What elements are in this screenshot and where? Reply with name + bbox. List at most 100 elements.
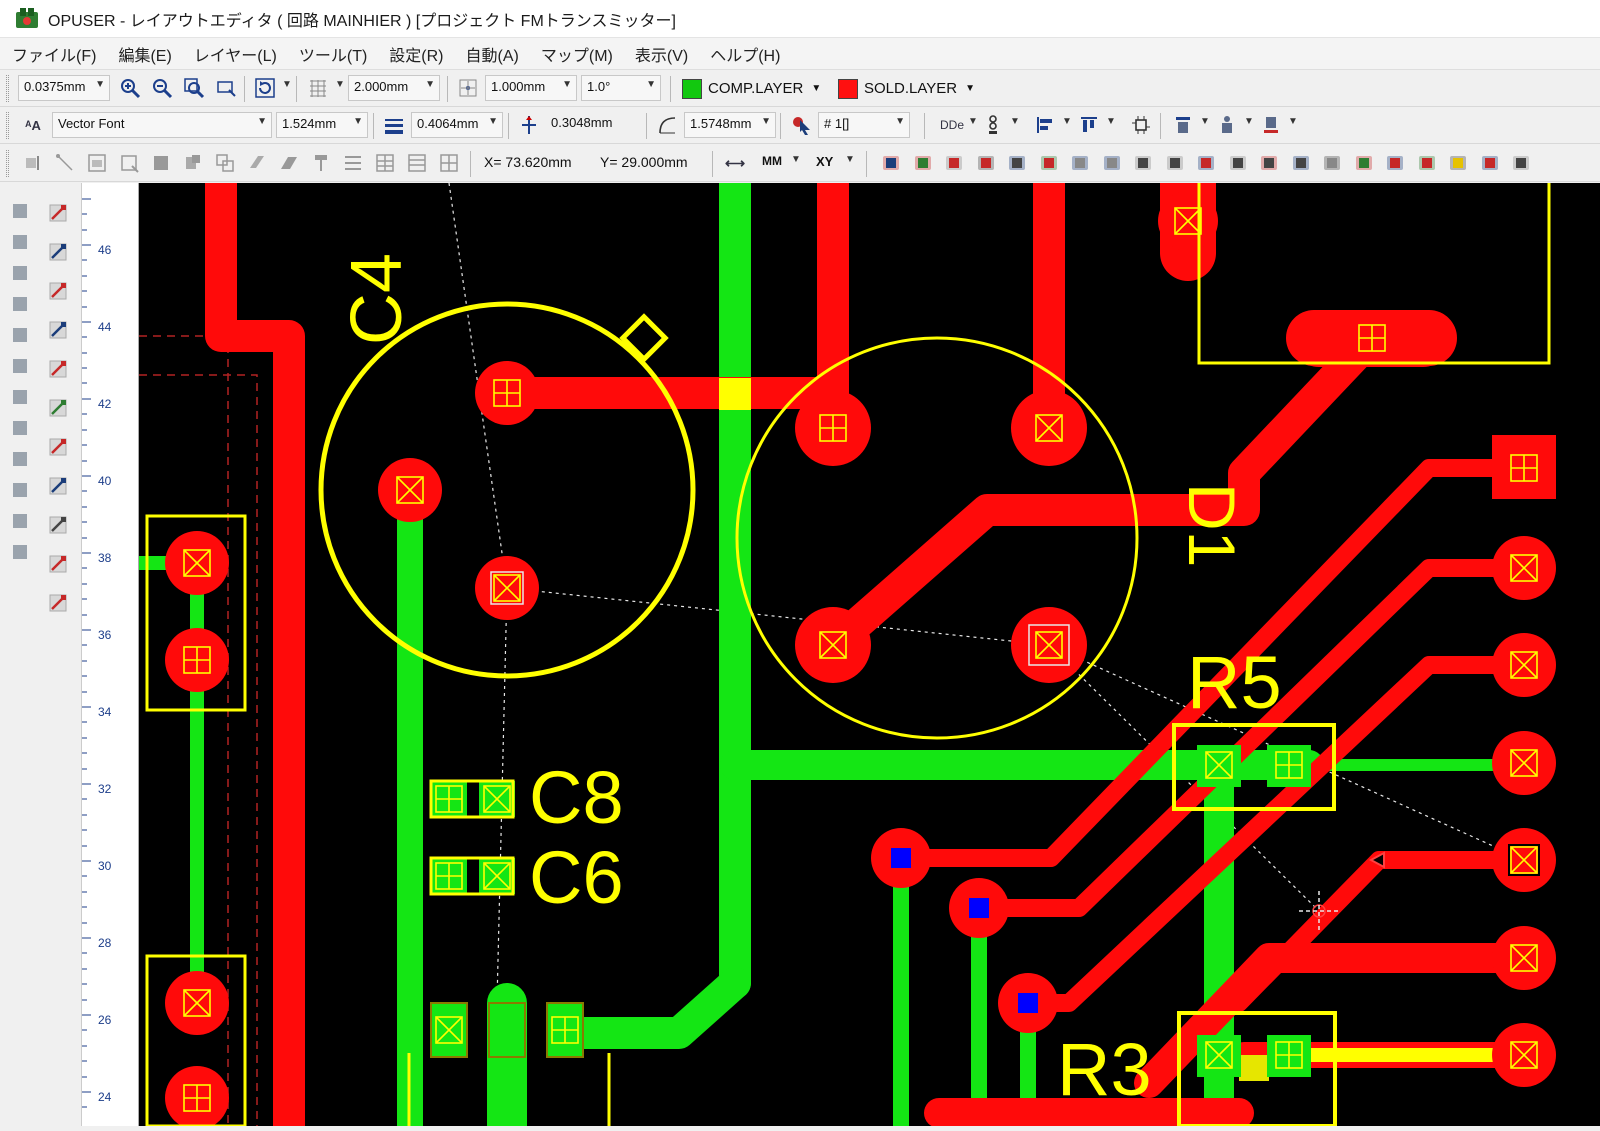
lock-icon[interactable] [1445, 150, 1471, 176]
cursor-icon[interactable] [1288, 150, 1314, 176]
chevron-down-icon[interactable]: ▼ [791, 154, 801, 165]
check-icon[interactable] [8, 540, 32, 564]
split-icon[interactable] [46, 201, 70, 225]
export-icon[interactable] [1351, 150, 1377, 176]
zone-icon[interactable] [8, 385, 32, 409]
zoom-area-icon[interactable] [213, 75, 239, 101]
toolbar-grip[interactable] [6, 112, 9, 139]
copy-tool-icon[interactable] [212, 150, 238, 176]
line-tool-icon[interactable] [52, 150, 78, 176]
pad-size-field[interactable]: 0.3048mm [546, 112, 642, 138]
coord-mode-select[interactable]: XY [816, 154, 833, 169]
image-tool-icon[interactable] [84, 150, 110, 176]
table-tool-icon[interactable] [404, 150, 430, 176]
eraser-tool-icon[interactable] [244, 150, 270, 176]
chevron-down-icon[interactable]: ▼ [1010, 116, 1020, 127]
stretch-icon[interactable] [46, 513, 70, 537]
dimension-icon[interactable] [8, 447, 32, 471]
fill-tool-icon[interactable] [148, 150, 174, 176]
copper-icon[interactable] [8, 323, 32, 347]
bend-icon[interactable] [46, 396, 70, 420]
node-icon[interactable] [46, 318, 70, 342]
line-width-select[interactable]: 0.4064mm ▼ [411, 112, 503, 138]
comp-layer-button[interactable]: COMP.LAYER ▼ [678, 75, 834, 102]
layer-stack-icon[interactable] [1214, 112, 1240, 138]
keepout-icon[interactable] [8, 354, 32, 378]
chevron-down-icon[interactable]: ▼ [335, 79, 345, 90]
snap-size-select[interactable]: 1.000mm ▼ [485, 75, 577, 101]
mirror-icon[interactable] [1162, 150, 1188, 176]
drc-icon[interactable] [941, 150, 967, 176]
layer-up-icon[interactable] [1170, 112, 1196, 138]
pcb-3d-icon[interactable] [1382, 150, 1408, 176]
menu-tools[interactable]: ツール(T) [299, 40, 367, 68]
end-icon[interactable] [46, 591, 70, 615]
zoom-select[interactable]: 0.0375mm ▼ [18, 75, 110, 101]
pin-tool-icon[interactable] [308, 150, 334, 176]
align-top-icon[interactable] [1076, 112, 1102, 138]
text-height-select[interactable]: 1.524mm ▼ [276, 112, 368, 138]
chevron-down-icon[interactable]: ▼ [1244, 116, 1254, 127]
chevron-down-icon[interactable]: ▼ [968, 116, 978, 127]
fill-icon[interactable] [8, 509, 32, 533]
junction-icon[interactable] [46, 357, 70, 381]
toolbar-grip[interactable] [6, 150, 9, 177]
rotate-icon[interactable] [1099, 150, 1125, 176]
sold-layer-button[interactable]: SOLD.LAYER ▼ [834, 75, 984, 102]
measure-tool-icon[interactable] [1193, 150, 1219, 176]
grid-tool-icon[interactable] [436, 150, 462, 176]
measure-icon[interactable]: ⟷ [722, 150, 748, 176]
save-board-icon[interactable] [1508, 150, 1534, 176]
menu-edit[interactable]: 編集(E) [118, 40, 171, 68]
delete-icon[interactable] [1319, 150, 1345, 176]
unit-select[interactable]: MM [762, 154, 782, 168]
zoom-fit-icon[interactable] [181, 75, 207, 101]
via-stack-icon[interactable] [980, 112, 1006, 138]
arc-width-select[interactable]: 1.5748mm ▼ [684, 112, 776, 138]
wire-icon[interactable] [8, 230, 32, 254]
array-tool-icon[interactable] [372, 150, 398, 176]
text-tool-icon[interactable] [8, 416, 32, 440]
chevron-down-icon[interactable]: ▼ [1106, 116, 1116, 127]
refresh-icon[interactable] [252, 75, 278, 101]
route-icon[interactable] [8, 292, 32, 316]
via-type-button[interactable]: DDe [932, 112, 972, 138]
menu-view[interactable]: 表示(V) [635, 40, 688, 68]
chevron-down-icon[interactable]: ▼ [1288, 116, 1298, 127]
zoom-in-icon[interactable] [117, 75, 143, 101]
check-icon[interactable] [1256, 150, 1282, 176]
chevron-down-icon[interactable]: ▼ [1200, 116, 1210, 127]
grid-size-select[interactable]: 2.000mm ▼ [348, 75, 440, 101]
chevron-down-icon[interactable]: ▼ [845, 154, 855, 165]
push-icon[interactable] [1225, 150, 1251, 176]
menu-layer[interactable]: レイヤー(L) [194, 40, 277, 68]
net-select[interactable]: # 1[] ▼ [818, 112, 910, 138]
corner-icon[interactable] [46, 279, 70, 303]
align-left-icon[interactable] [1032, 112, 1058, 138]
shape-tool-icon[interactable] [276, 150, 302, 176]
layer-down-icon[interactable] [1258, 112, 1284, 138]
snap-icon[interactable] [455, 75, 481, 101]
select-icon[interactable] [8, 199, 32, 223]
bus-tool-icon[interactable] [340, 150, 366, 176]
rect-tool-icon[interactable] [116, 150, 142, 176]
select-tool-icon[interactable] [20, 150, 46, 176]
menu-settings[interactable]: 設定(R) [389, 40, 443, 68]
menu-map[interactable]: マップ(M) [541, 40, 613, 68]
angle-select[interactable]: 1.0° ▼ [581, 75, 661, 101]
net-icon[interactable] [1036, 150, 1062, 176]
menu-auto[interactable]: 自動(A) [466, 40, 519, 68]
chevron-down-icon[interactable]: ▼ [1062, 116, 1072, 127]
hole-icon[interactable] [8, 478, 32, 502]
place-part-icon[interactable] [910, 150, 936, 176]
toolbar-grip[interactable] [6, 75, 9, 102]
gerber-icon[interactable] [1414, 150, 1440, 176]
matrix-icon[interactable] [46, 552, 70, 576]
zoom-out-icon[interactable] [149, 75, 175, 101]
part-icon[interactable] [8, 261, 32, 285]
font-select[interactable]: Vector Font ▼ [52, 112, 272, 138]
group-tool-icon[interactable] [180, 150, 206, 176]
menu-help[interactable]: ヘルプ(H) [710, 40, 780, 68]
angle-icon[interactable] [46, 240, 70, 264]
net-select-icon[interactable] [788, 112, 814, 138]
